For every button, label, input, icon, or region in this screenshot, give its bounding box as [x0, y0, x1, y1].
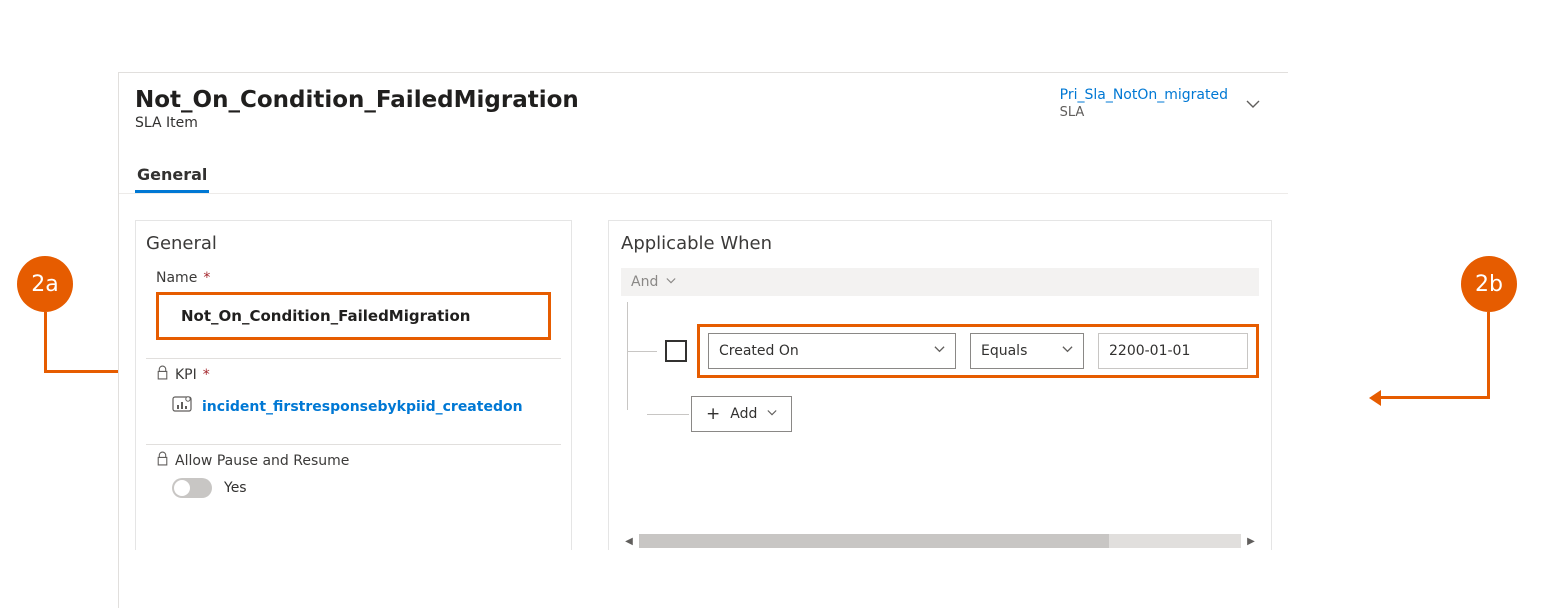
allow-pause-field: Allow Pause and Resume Yes	[146, 445, 561, 504]
callout-2a-line-h	[44, 370, 124, 373]
add-condition-button[interactable]: + Add	[691, 396, 792, 432]
required-mark: *	[203, 270, 210, 286]
condition-value: 2200-01-01	[1109, 343, 1190, 359]
allow-pause-toggle-row: Yes	[156, 470, 551, 498]
chevron-down-icon	[1062, 343, 1073, 359]
group-operator-chip[interactable]: And	[621, 268, 1259, 296]
page-title: Not_On_Condition_FailedMigration	[135, 87, 579, 113]
page-header: Not_On_Condition_FailedMigration SLA Ite…	[119, 73, 1288, 131]
kpi-entity-icon	[172, 396, 192, 418]
horizontal-scrollbar[interactable]: ◀ ▶	[621, 532, 1259, 550]
chevron-down-icon	[934, 343, 945, 359]
required-mark: *	[203, 367, 210, 383]
allow-pause-label: Allow Pause and Resume	[156, 451, 551, 470]
name-label: Name *	[156, 270, 551, 286]
condition-value-input[interactable]: 2200-01-01	[1098, 333, 1248, 369]
add-condition-row: + Add	[691, 396, 1259, 432]
callout-2a-label: 2a	[31, 272, 58, 297]
scroll-left-arrow[interactable]: ◀	[621, 533, 637, 549]
content-area: General Name * Not_On_Condition_FailedMig…	[119, 194, 1288, 550]
name-field: Name * Not_On_Condition_FailedMigration	[146, 264, 561, 346]
scroll-right-arrow[interactable]: ▶	[1243, 533, 1259, 549]
allow-pause-toggle[interactable]	[172, 478, 212, 498]
parent-sla-link[interactable]: Pri_Sla_NotOn_migrated	[1060, 87, 1228, 103]
condition-operator-select[interactable]: Equals	[970, 333, 1084, 369]
plus-icon: +	[706, 406, 720, 423]
callout-2b-label: 2b	[1475, 272, 1503, 297]
group-operator-label: And	[631, 274, 658, 290]
chevron-down-icon[interactable]	[1242, 93, 1264, 115]
general-section-title: General	[146, 233, 561, 254]
add-label: Add	[730, 406, 757, 422]
parent-sla-type: SLA	[1060, 105, 1228, 120]
condition-row: Created On Equals 2200-01-	[641, 324, 1259, 378]
kpi-value-row[interactable]: incident_firstresponsebykpiid_createdon	[156, 384, 551, 426]
name-label-text: Name	[156, 270, 197, 286]
allow-pause-label-text: Allow Pause and Resume	[175, 453, 349, 469]
kpi-label: KPI *	[156, 365, 551, 384]
kpi-value[interactable]: incident_firstresponsebykpiid_createdon	[202, 399, 523, 415]
chevron-down-icon	[666, 274, 676, 290]
app-frame: Not_On_Condition_FailedMigration SLA Ite…	[118, 72, 1288, 608]
lock-icon	[156, 451, 169, 470]
callout-2b-line-v	[1487, 312, 1490, 398]
callout-2a: 2a	[17, 256, 73, 312]
scroll-thumb[interactable]	[639, 534, 1109, 548]
callout-2b-arrow	[1369, 390, 1381, 406]
allow-pause-value: Yes	[224, 480, 247, 496]
callout-2a-line-v	[44, 312, 47, 372]
condition-operator-value: Equals	[981, 343, 1027, 359]
condition-highlight: Created On Equals 2200-01-	[697, 324, 1259, 378]
kpi-label-text: KPI	[175, 367, 197, 383]
kpi-field: KPI * incident_firstresponsebykpiid_creat…	[146, 359, 561, 432]
callout-2b: 2b	[1461, 256, 1517, 312]
chevron-down-icon	[767, 406, 777, 422]
name-value-highlight[interactable]: Not_On_Condition_FailedMigration	[156, 292, 551, 340]
general-panel: General Name * Not_On_Condition_FailedMig…	[135, 220, 572, 550]
scroll-track-bar[interactable]	[639, 534, 1241, 548]
tab-bar: General	[119, 159, 1288, 194]
condition-field-value: Created On	[719, 343, 799, 359]
applicable-when-title: Applicable When	[621, 233, 1259, 254]
callout-2b-line-h	[1380, 396, 1490, 399]
condition-checkbox[interactable]	[665, 340, 687, 362]
condition-field-select[interactable]: Created On	[708, 333, 956, 369]
name-value: Not_On_Condition_FailedMigration	[181, 307, 470, 325]
applicable-when-panel: Applicable When And Created On	[608, 220, 1272, 550]
tab-general[interactable]: General	[135, 159, 209, 193]
lock-icon	[156, 365, 169, 384]
condition-tree: Created On Equals 2200-01-	[621, 302, 1259, 442]
entity-type: SLA Item	[135, 115, 579, 131]
